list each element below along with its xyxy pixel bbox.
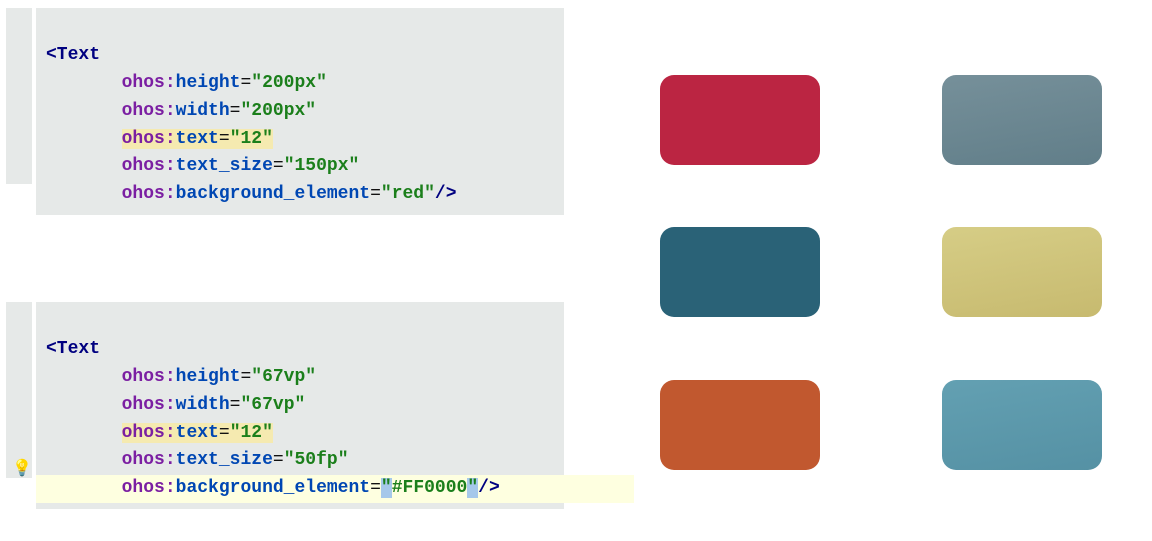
lightbulb-icon[interactable]: 💡	[12, 458, 32, 478]
highlight-attr-1: ohos:text="12"	[122, 129, 273, 149]
current-line: ohos:background_element="#FF0000"/>	[36, 475, 634, 503]
swatch-1[interactable]	[660, 75, 820, 165]
gutter-2	[6, 302, 32, 478]
swatch-2[interactable]	[942, 75, 1102, 165]
tag-open-1: <Text	[46, 45, 100, 65]
gutter-1	[6, 8, 32, 184]
swatch-5[interactable]	[660, 380, 820, 470]
tag-open-2: <Text	[46, 339, 100, 359]
code-block-1[interactable]: <Text ohos:height="200px" ohos:width="20…	[36, 8, 564, 215]
highlight-attr-2: ohos:text="12"	[122, 423, 273, 443]
code-block-2[interactable]: <Text ohos:height="67vp" ohos:width="67v…	[36, 302, 564, 509]
swatch-6[interactable]	[942, 380, 1102, 470]
selected-value: "#FF0000"	[381, 478, 478, 498]
swatch-3[interactable]	[660, 227, 820, 317]
swatch-4[interactable]	[942, 227, 1102, 317]
